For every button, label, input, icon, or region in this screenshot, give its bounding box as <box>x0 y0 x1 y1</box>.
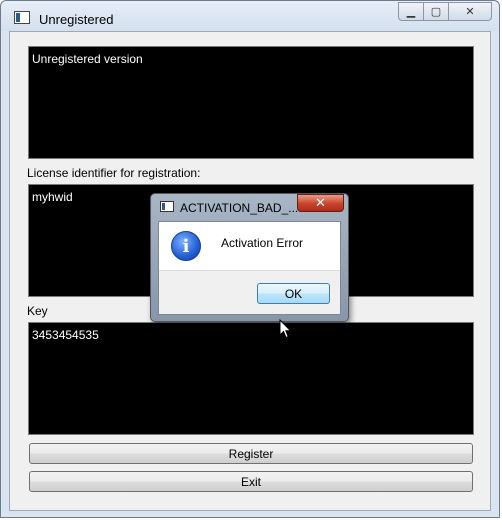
info-icon-glyph: i <box>182 235 190 257</box>
dialog-app-icon <box>160 201 174 212</box>
mouse-cursor-icon <box>279 319 292 339</box>
ok-button[interactable]: OK <box>257 283 330 304</box>
dialog-body: i Activation Error OK <box>158 221 341 315</box>
close-button[interactable]: ✕ <box>448 2 492 21</box>
close-icon: ✕ <box>315 195 326 210</box>
caption-buttons: ▁ ▢ ✕ <box>398 2 492 22</box>
activation-dialog: ACTIVATION_BAD_... ✕ i Activation Error … <box>150 193 349 322</box>
license-value: myhwid <box>32 190 73 204</box>
key-label: Key <box>27 304 48 318</box>
maximize-button[interactable]: ▢ <box>423 2 449 21</box>
dialog-footer: OK <box>159 270 340 314</box>
status-textbox[interactable]: Unregistered version <box>28 46 474 159</box>
minimize-button[interactable]: ▁ <box>398 2 424 21</box>
app-icon <box>14 11 30 24</box>
dialog-close-button[interactable]: ✕ <box>297 194 344 212</box>
license-label: License identifier for registration: <box>27 166 201 180</box>
dialog-title: ACTIVATION_BAD_... <box>180 201 299 215</box>
key-value: 3453454535 <box>32 328 99 342</box>
exit-button[interactable]: Exit <box>29 471 473 492</box>
maximize-icon: ▢ <box>430 6 442 18</box>
status-text: Unregistered version <box>32 52 143 66</box>
dialog-message: Activation Error <box>221 236 304 250</box>
register-button[interactable]: Register <box>29 443 473 464</box>
key-textbox[interactable]: 3453454535 <box>28 322 474 435</box>
info-icon: i <box>171 231 201 261</box>
window-title: Unregistered <box>39 12 114 27</box>
close-icon: ✕ <box>465 6 475 18</box>
title-bar[interactable]: Unregistered ▁ ▢ ✕ <box>1 1 499 31</box>
minimize-icon: ▁ <box>406 6 416 18</box>
